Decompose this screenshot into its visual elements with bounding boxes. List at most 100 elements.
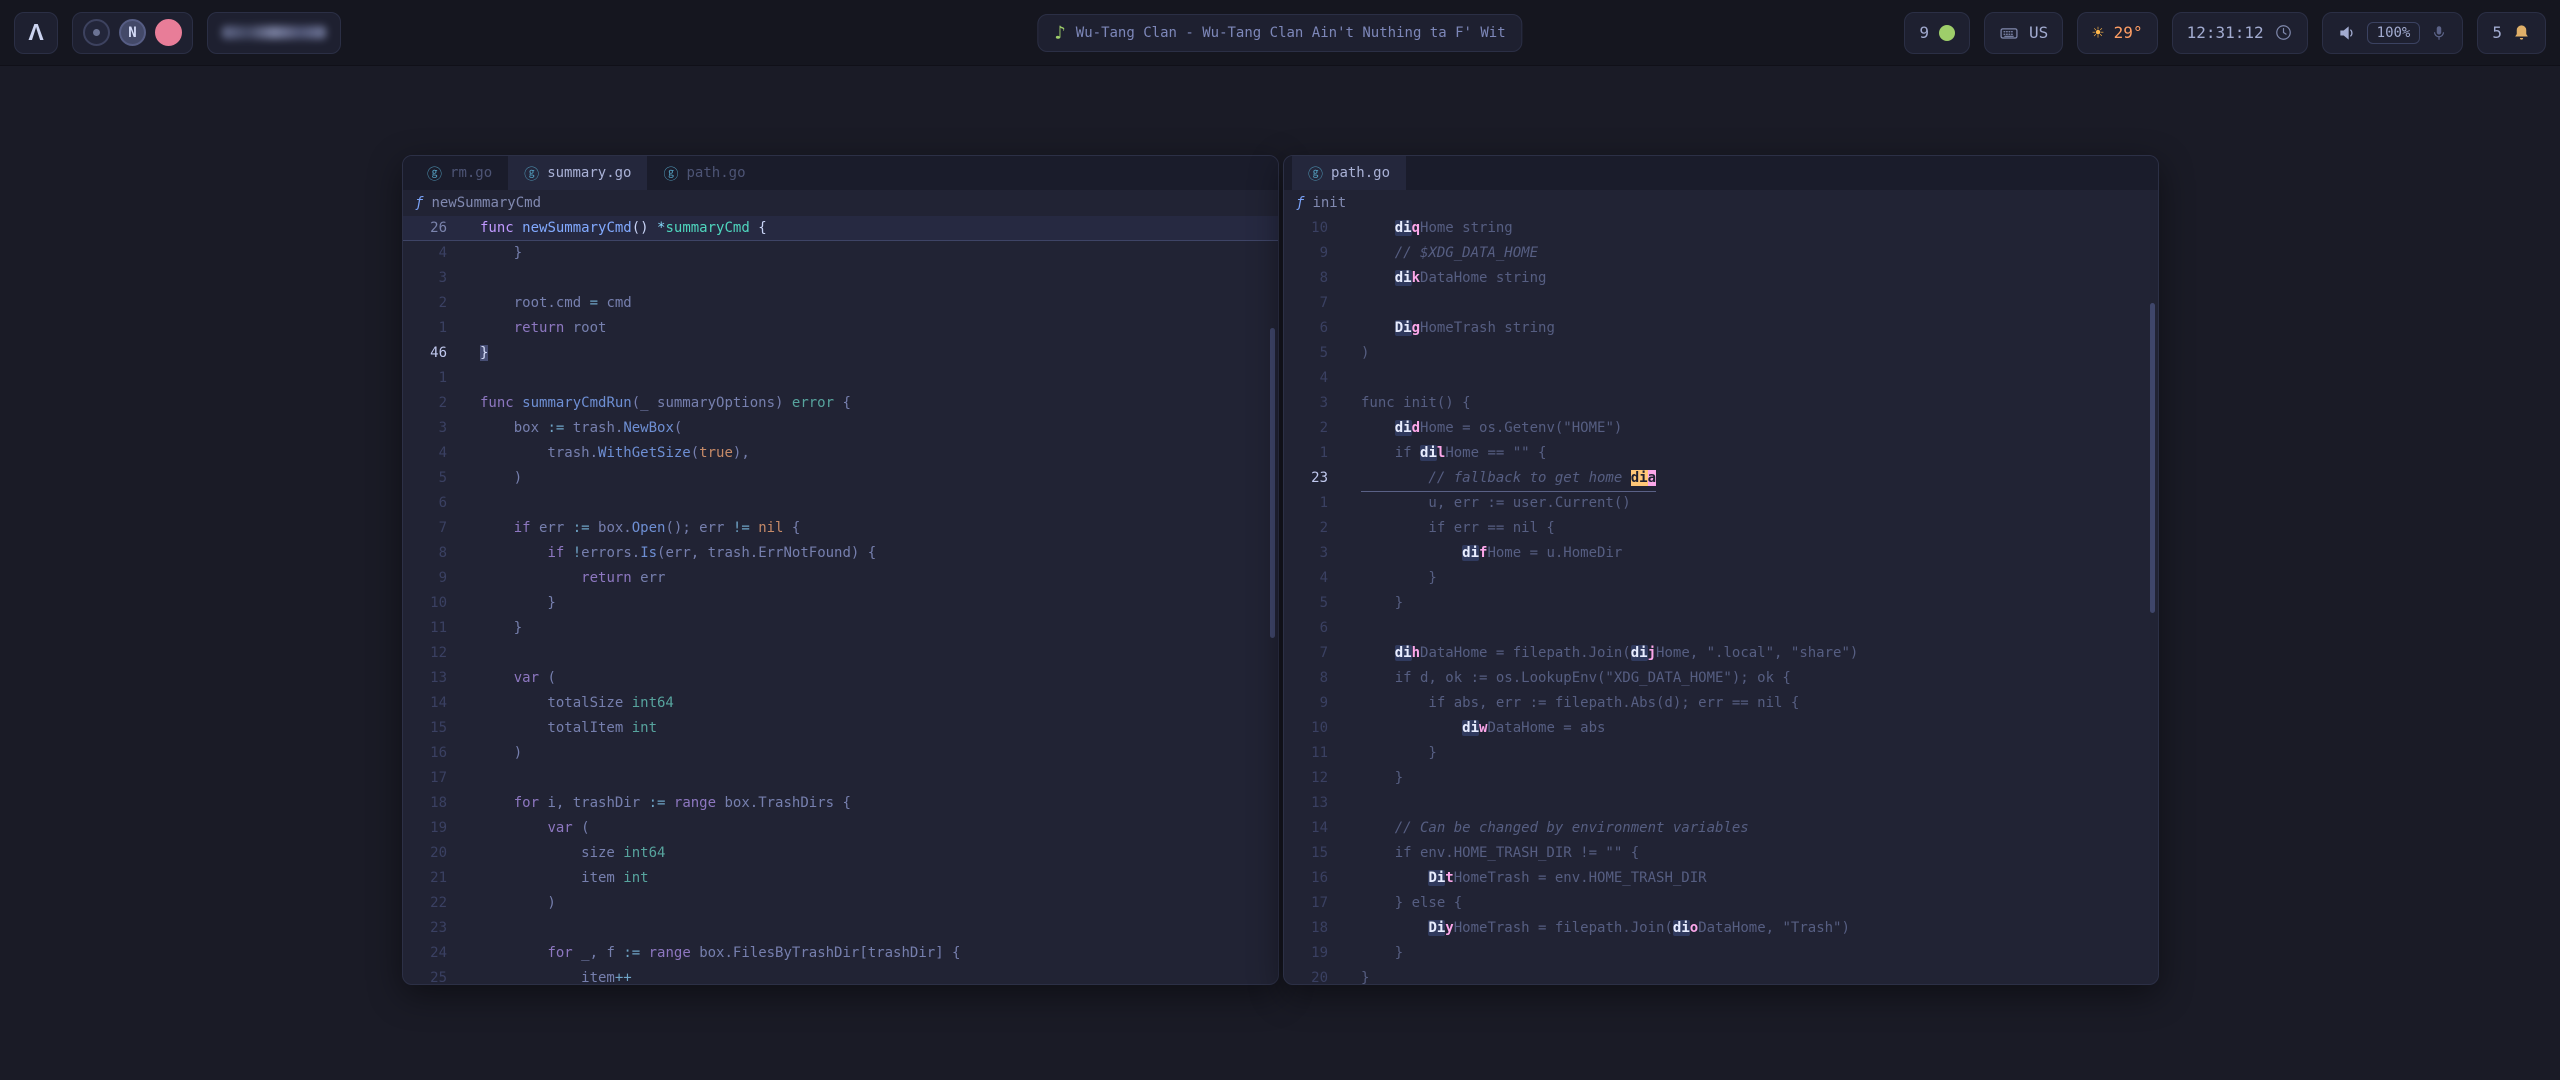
- code-line[interactable]: 14 totalSize int64: [403, 691, 1278, 716]
- code-line[interactable]: 8 dikDataHome string: [1284, 266, 2158, 291]
- code-line[interactable]: 5 ): [403, 466, 1278, 491]
- go-file-icon: ⓖ: [1308, 163, 1323, 184]
- code-line[interactable]: 20}: [1284, 966, 2158, 985]
- volume-widget[interactable]: 100%: [2322, 12, 2464, 54]
- editor-window-left: ⓖrm.goⓖsummary.goⓖpath.go ƒ newSummaryCm…: [402, 155, 1279, 985]
- workspace-dot-1[interactable]: [83, 19, 110, 46]
- code-line[interactable]: 3: [403, 266, 1278, 291]
- code-line[interactable]: 15 if env.HOME_TRASH_DIR != "" {: [1284, 841, 2158, 866]
- code-line[interactable]: 16 DitHomeTrash = env.HOME_TRASH_DIR: [1284, 866, 2158, 891]
- line-text: if dilHome == "" {: [1361, 441, 1546, 466]
- line-text: if abs, err := filepath.Abs(d); err == n…: [1361, 691, 1799, 716]
- code-line[interactable]: 7 if err := box.Open(); err != nil {: [403, 516, 1278, 541]
- go-file-icon: ⓖ: [663, 163, 678, 184]
- tab-label: path.go: [687, 165, 746, 181]
- code-line[interactable]: 46}: [403, 341, 1278, 366]
- line-text: box := trash.NewBox(: [480, 416, 682, 441]
- code-line[interactable]: 1 if dilHome == "" {: [1284, 441, 2158, 466]
- code-line[interactable]: 2 didHome = os.Getenv("HOME"): [1284, 416, 2158, 441]
- line-text: ): [480, 891, 556, 916]
- code-line[interactable]: 22 ): [403, 891, 1278, 916]
- code-line[interactable]: 18 DiyHomeTrash = filepath.Join(dioDataH…: [1284, 916, 2158, 941]
- weather-widget[interactable]: ☀ 29°: [2077, 12, 2157, 54]
- line-text: }: [480, 591, 556, 616]
- line-number: 4: [1284, 366, 1328, 391]
- code-line[interactable]: 5 }: [1284, 591, 2158, 616]
- media-widget[interactable]: ♪ Wu-Tang Clan - Wu-Tang Clan Ain't Nuth…: [1037, 14, 1522, 52]
- code-line[interactable]: 1 u, err := user.Current(): [1284, 491, 2158, 516]
- code-line[interactable]: 7: [1284, 291, 2158, 316]
- code-line[interactable]: 6: [1284, 616, 2158, 641]
- code-line[interactable]: 6 DigHomeTrash string: [1284, 316, 2158, 341]
- code-line[interactable]: 11 }: [403, 616, 1278, 641]
- code-line[interactable]: 21 item int: [403, 866, 1278, 891]
- tab-summary.go[interactable]: ⓖsummary.go: [508, 156, 647, 190]
- code-line[interactable]: 16 ): [403, 741, 1278, 766]
- code-line[interactable]: 23 // fallback to get home dia: [1284, 466, 2158, 491]
- code-line[interactable]: 1: [403, 366, 1278, 391]
- tab-path.go[interactable]: ⓖ path.go: [647, 156, 761, 190]
- code-line[interactable]: 12: [403, 641, 1278, 666]
- line-text: if d, ok := os.LookupEnv("XDG_DATA_HOME"…: [1361, 666, 1791, 691]
- tab-label: path.go: [1331, 165, 1390, 181]
- code-line[interactable]: 2 root.cmd = cmd: [403, 291, 1278, 316]
- code-line[interactable]: 14 // Can be changed by environment vari…: [1284, 816, 2158, 841]
- code-line[interactable]: 4 }: [403, 241, 1278, 266]
- code-line[interactable]: 15 totalItem int: [403, 716, 1278, 741]
- code-line[interactable]: 17 } else {: [1284, 891, 2158, 916]
- code-line[interactable]: 11 }: [1284, 741, 2158, 766]
- code-line[interactable]: 8 if !errors.Is(err, trash.ErrNotFound) …: [403, 541, 1278, 566]
- code-line[interactable]: 5): [1284, 341, 2158, 366]
- clock-widget[interactable]: 12:31:12: [2172, 12, 2308, 54]
- workspace-dot-3[interactable]: [155, 19, 182, 46]
- scrollbar-thumb[interactable]: [2150, 303, 2155, 613]
- notifications-widget[interactable]: 5: [2477, 12, 2546, 54]
- line-text: dikDataHome string: [1361, 266, 1546, 291]
- redacted-widget: [207, 12, 341, 54]
- keyboard-layout-widget[interactable]: US: [1984, 12, 2063, 54]
- code-line[interactable]: 9 return err: [403, 566, 1278, 591]
- code-line[interactable]: 19 }: [1284, 941, 2158, 966]
- code-line[interactable]: 10 diqHome string: [1284, 216, 2158, 241]
- workspace-dot-2[interactable]: N: [119, 19, 146, 46]
- code-line[interactable]: 20 size int64: [403, 841, 1278, 866]
- code-line[interactable]: 3 box := trash.NewBox(: [403, 416, 1278, 441]
- code-line[interactable]: 1 return root: [403, 316, 1278, 341]
- microphone-icon: [2430, 24, 2448, 42]
- line-number: 3: [403, 266, 447, 291]
- updates-widget[interactable]: 9: [1904, 12, 1970, 54]
- scrollbar-thumb[interactable]: [1270, 328, 1275, 638]
- code-line[interactable]: 12 }: [1284, 766, 2158, 791]
- code-line[interactable]: 4: [1284, 366, 2158, 391]
- code-line[interactable]: 8 if d, ok := os.LookupEnv("XDG_DATA_HOM…: [1284, 666, 2158, 691]
- code-line[interactable]: 19 var (: [403, 816, 1278, 841]
- code-line[interactable]: 4 trash.WithGetSize(true),: [403, 441, 1278, 466]
- code-line[interactable]: 13: [1284, 791, 2158, 816]
- line-number: 19: [403, 816, 447, 841]
- code-line[interactable]: 10 }: [403, 591, 1278, 616]
- code-line[interactable]: 13 var (: [403, 666, 1278, 691]
- code-line[interactable]: 3func init() {: [1284, 391, 2158, 416]
- code-line[interactable]: 10 diwDataHome = abs: [1284, 716, 2158, 741]
- code-line[interactable]: 4 }: [1284, 566, 2158, 591]
- code-line[interactable]: 9 // $XDG_DATA_HOME: [1284, 241, 2158, 266]
- code-line[interactable]: 23: [403, 916, 1278, 941]
- context-line[interactable]: 26func newSummaryCmd() *summaryCmd {: [403, 216, 1278, 241]
- code-line[interactable]: 2func summaryCmdRun(_ summaryOptions) er…: [403, 391, 1278, 416]
- launcher-icon: Λ: [28, 19, 43, 46]
- tab-rm.go[interactable]: ⓖrm.go: [411, 156, 508, 190]
- launcher-button[interactable]: Λ: [14, 12, 58, 54]
- line-number: 10: [403, 591, 447, 616]
- code-line[interactable]: 17: [403, 766, 1278, 791]
- code-line[interactable]: 18 for i, trashDir := range box.TrashDir…: [403, 791, 1278, 816]
- code-line[interactable]: 6: [403, 491, 1278, 516]
- code-line[interactable]: 25 item++: [403, 966, 1278, 985]
- line-text: }: [480, 241, 522, 266]
- code-line[interactable]: 2 if err == nil {: [1284, 516, 2158, 541]
- code-line[interactable]: 3 difHome = u.HomeDir: [1284, 541, 2158, 566]
- code-line[interactable]: 9 if abs, err := filepath.Abs(d); err ==…: [1284, 691, 2158, 716]
- line-text: item int: [480, 866, 649, 891]
- tab-path.go[interactable]: ⓖ path.go: [1292, 156, 1406, 190]
- code-line[interactable]: 24 for _, f := range box.FilesByTrashDir…: [403, 941, 1278, 966]
- code-line[interactable]: 7 dihDataHome = filepath.Join(dijHome, "…: [1284, 641, 2158, 666]
